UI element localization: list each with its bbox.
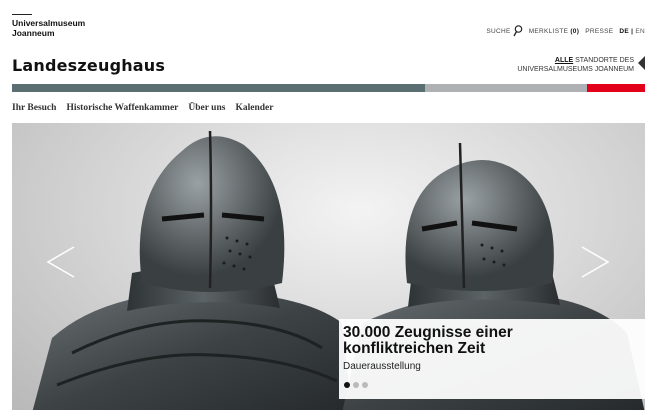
chevron-right-icon[interactable] — [580, 245, 610, 279]
museum-logo[interactable]: Universalmuseum Joanneum — [12, 18, 85, 38]
chevron-left-icon[interactable] — [46, 245, 76, 279]
slide-title-line-2: konfliktreichen Zeit — [343, 340, 486, 357]
slide-subtitle: Dauerausstellung — [343, 361, 421, 372]
main-navigation: Ihr Besuch Historische Waffenkammer Über… — [12, 103, 273, 113]
language-switch: DE | EN — [619, 28, 645, 35]
nav-item-ueber-uns[interactable]: Über uns — [188, 103, 225, 113]
search-label: SUCHE — [486, 27, 511, 35]
all-locations-line2: UNIVERSALMUSEUMS JOANNEUM — [517, 66, 634, 73]
slider-dots — [344, 382, 368, 388]
top-navigation: SUCHE MERKLISTE (0) PRESSE DE | EN — [486, 25, 645, 37]
color-bar-segment-3 — [587, 84, 645, 92]
lang-separator: | — [631, 27, 634, 35]
slide-title: 30.000 Zeugnisse einer konfliktreichen Z… — [343, 325, 641, 357]
logo-line-2: Joanneum — [12, 28, 55, 38]
slider-dot[interactable] — [353, 382, 359, 388]
search-icon — [513, 25, 522, 37]
nav-item-ihr-besuch[interactable]: Ihr Besuch — [12, 103, 56, 113]
merkliste-count: (0) — [570, 27, 580, 35]
search-button[interactable]: SUCHE — [486, 25, 522, 37]
nav-item-waffenkammer[interactable]: Historische Waffenkammer — [66, 103, 178, 113]
slider-dot[interactable] — [362, 382, 368, 388]
all-locations-strong: ALLE — [554, 57, 574, 64]
lang-de[interactable]: DE — [619, 28, 629, 35]
page: Universalmuseum Joanneum SUCHE MERKLISTE… — [0, 0, 651, 410]
hero-slider: 30.000 Zeugnisse einer konfliktreichen Z… — [12, 123, 645, 410]
merkliste-label: MERKLISTE — [528, 27, 569, 35]
merkliste-link[interactable]: MERKLISTE (0) — [529, 28, 580, 35]
nav-item-kalender[interactable]: Kalender — [235, 103, 273, 113]
triangle-left-icon[interactable] — [638, 56, 645, 70]
presse-link[interactable]: PRESSE — [585, 28, 613, 35]
all-locations-link[interactable]: ALLE STANDORTE DES UNIVERSALMUSEUMS JOAN… — [517, 56, 634, 74]
lang-en[interactable]: EN — [635, 28, 645, 35]
all-locations-line1: STANDORTE DES — [573, 57, 634, 64]
color-bar — [12, 84, 645, 92]
page-title[interactable]: Landeszeughaus — [12, 56, 165, 75]
slide-title-line-1: 30.000 Zeugnisse einer — [343, 324, 513, 341]
logo-line-1: Universalmuseum — [12, 18, 86, 28]
color-bar-segment-1 — [12, 84, 425, 92]
slider-dot[interactable] — [344, 382, 350, 388]
slide-caption[interactable]: 30.000 Zeugnisse einer konfliktreichen Z… — [339, 319, 645, 399]
color-bar-segment-2 — [425, 84, 587, 92]
logo-rule — [12, 14, 32, 15]
